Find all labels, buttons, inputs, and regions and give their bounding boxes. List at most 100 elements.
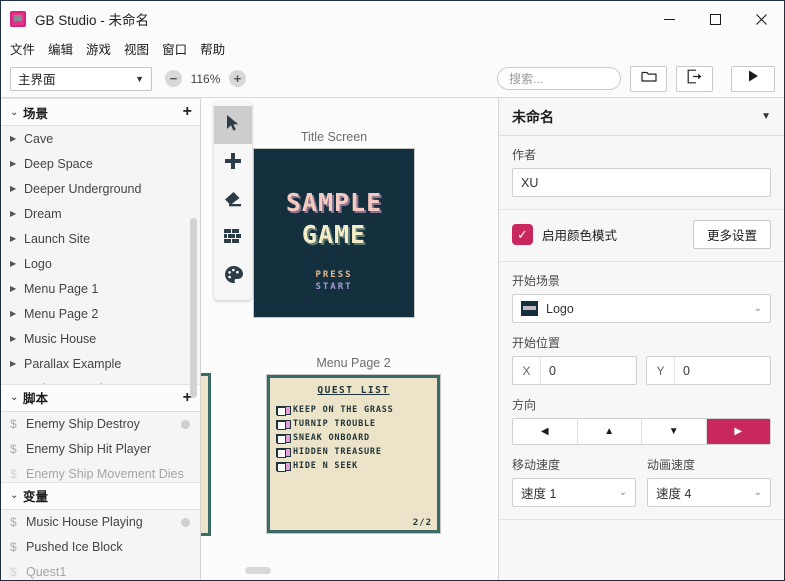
- canvas-horizontal-scrollbar[interactable]: [245, 567, 271, 574]
- variable-name: Pushed Ice Block: [26, 540, 123, 555]
- eraser-icon: [224, 191, 243, 212]
- list-item[interactable]: ▶Path to Sample Town: [1, 376, 200, 384]
- scene-label: Menu Page 2: [316, 356, 391, 370]
- list-item[interactable]: $ Quest1: [1, 560, 200, 580]
- close-button[interactable]: [738, 1, 784, 37]
- palette-icon: [224, 265, 243, 289]
- quest-item: HIDDEN TREASURE: [276, 447, 431, 458]
- scene-name: Menu Page 1: [24, 281, 99, 296]
- menu-edit[interactable]: 编辑: [48, 37, 80, 60]
- quest-label: TURNIP TROUBLE: [293, 419, 376, 429]
- chevron-down-icon: ▼: [135, 73, 144, 84]
- add-tool[interactable]: [214, 144, 252, 182]
- list-item[interactable]: $ Enemy Ship Movement Dies: [1, 462, 200, 482]
- quest-item: HIDE N SEEK: [276, 461, 431, 472]
- list-item[interactable]: ▶ Menu Page 2: [1, 301, 200, 326]
- direction-left[interactable]: ◀: [513, 419, 578, 444]
- collisions-tool[interactable]: [214, 220, 252, 258]
- start-x-field[interactable]: X 0: [512, 356, 637, 385]
- scene-list-scrollbar[interactable]: [190, 218, 197, 398]
- plus-icon: [224, 152, 242, 175]
- start-y-field[interactable]: Y 0: [646, 356, 771, 385]
- title-screen-art: SAMPLE GAME PRESS START: [254, 149, 414, 317]
- list-item[interactable]: $ Enemy Ship Hit Player: [1, 437, 200, 462]
- chevron-down-icon: ⌄: [10, 490, 19, 502]
- chevron-down-icon: ⌄: [618, 487, 627, 498]
- scene-thumbnail[interactable]: SAMPLE GAME PRESS START: [253, 148, 415, 318]
- author-label: 作者: [512, 148, 537, 162]
- section-header-scripts[interactable]: ⌄ 脚本 +: [1, 383, 200, 412]
- menu-file[interactable]: 文件: [10, 37, 42, 60]
- search-input[interactable]: 搜索...: [497, 67, 621, 90]
- maximize-button[interactable]: [692, 1, 738, 37]
- inspector-header[interactable]: 未命名 ▼: [499, 98, 784, 136]
- triangle-right-icon: ▶: [10, 184, 17, 193]
- direction-up[interactable]: ▲: [577, 419, 642, 444]
- scene-title-screen[interactable]: Title Screen SAMPLE GAME PRESS START: [253, 130, 415, 318]
- menu-bar: 文件 编辑 游戏 视图 窗口 帮助: [1, 37, 784, 60]
- project-sidebar: ⌄ 场景 + ▶ Cave ▶ Deep Space ▶ Deeper Undergr…: [1, 98, 201, 580]
- export-button[interactable]: [676, 65, 713, 92]
- window-title: GB Studio - 未命名: [35, 13, 150, 28]
- section-header-scenes[interactable]: ⌄ 场景 +: [1, 98, 200, 126]
- chevron-down-icon: ⌄: [10, 106, 19, 118]
- list-item[interactable]: ▶ Launch Site: [1, 226, 200, 251]
- colors-tool[interactable]: [214, 258, 252, 296]
- menu-help[interactable]: 帮助: [200, 37, 232, 60]
- scene-name: Cave: [24, 131, 54, 146]
- partial-scene-left[interactable]: [201, 373, 211, 536]
- move-speed-group: 移动速度 速度 1 ⌄: [512, 456, 636, 507]
- direction-right[interactable]: ▶: [706, 419, 770, 444]
- eraser-tool[interactable]: [214, 182, 252, 220]
- run-button[interactable]: [731, 65, 775, 92]
- start-scene-select[interactable]: Logo ⌄: [512, 294, 771, 323]
- triangle-right-icon: ▶: [10, 284, 17, 293]
- list-item[interactable]: ▶ Deeper Underground: [1, 176, 200, 201]
- variable-name: Music House Playing: [26, 515, 143, 530]
- color-mode-checkbox[interactable]: ✓: [512, 224, 533, 245]
- list-item[interactable]: $ Enemy Ship Destroy: [1, 412, 200, 437]
- list-item[interactable]: ▶ Deep Space: [1, 151, 200, 176]
- author-field[interactable]: XU: [512, 168, 771, 197]
- list-item[interactable]: $ Music House Playing: [1, 510, 200, 535]
- zoom-out-button[interactable]: −: [165, 70, 182, 87]
- scene-thumbnail[interactable]: QUEST LIST KEEP ON THE GRASS TURNIP TROU…: [266, 374, 441, 534]
- section-select[interactable]: 主界面 ▼: [10, 66, 152, 91]
- list-item[interactable]: ▶ Dream: [1, 201, 200, 226]
- scene-canvas[interactable]: Title Screen SAMPLE GAME PRESS START Men…: [201, 98, 499, 580]
- checkbox-icon: [276, 420, 291, 430]
- more-settings-button[interactable]: 更多设置: [692, 220, 771, 249]
- add-scene-button[interactable]: +: [183, 104, 192, 120]
- quest-label: KEEP ON THE GRASS: [293, 405, 394, 415]
- window-controls: [646, 1, 784, 37]
- list-item[interactable]: ▶ Cave: [1, 126, 200, 151]
- script-name: Enemy Ship Movement Dies: [26, 467, 184, 482]
- menu-view[interactable]: 视图: [124, 37, 156, 60]
- script-icon: $: [10, 442, 17, 457]
- scene-menu-page-2[interactable]: Menu Page 2 QUEST LIST KEEP ON THE GRASS…: [266, 356, 441, 534]
- section-header-variables[interactable]: ⌄ 变量: [1, 481, 200, 510]
- list-item[interactable]: ▶ Logo: [1, 251, 200, 276]
- folder-icon: [640, 69, 657, 88]
- zoom-in-button[interactable]: +: [229, 70, 246, 87]
- anim-speed-select[interactable]: 速度 4 ⌄: [647, 478, 771, 507]
- move-speed-select[interactable]: 速度 1 ⌄: [512, 478, 636, 507]
- triangle-right-icon: ▶: [10, 359, 17, 368]
- list-item[interactable]: ▶ Parallax Example: [1, 351, 200, 376]
- minimize-button[interactable]: [646, 1, 692, 37]
- art-text-sample: SAMPLE: [285, 187, 383, 217]
- y-key-label: Y: [647, 357, 675, 384]
- scene-label: Title Screen: [300, 130, 368, 144]
- list-item[interactable]: ▶ Music House: [1, 326, 200, 351]
- menu-game[interactable]: 游戏: [86, 37, 118, 60]
- menu-window[interactable]: 窗口: [162, 37, 194, 60]
- list-item[interactable]: $ Pushed Ice Block: [1, 535, 200, 560]
- zoom-controls: − 116% +: [165, 70, 246, 87]
- list-item[interactable]: ▶ Menu Page 1: [1, 276, 200, 301]
- select-tool[interactable]: [214, 106, 252, 144]
- open-project-button[interactable]: [630, 65, 667, 92]
- direction-down[interactable]: ▼: [642, 419, 707, 444]
- triangle-right-icon: ▶: [10, 259, 17, 268]
- start-settings-section: 开始场景 Logo ⌄ 开始位置 X 0 Y 0 方向 ◀ ▲ ▼ ▶ 移动速度…: [499, 262, 784, 520]
- play-icon: [746, 69, 760, 88]
